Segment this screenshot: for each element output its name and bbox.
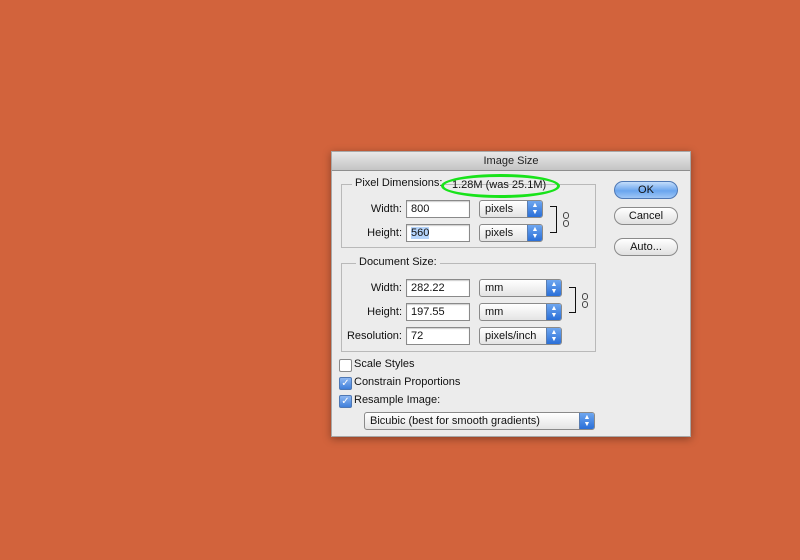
doc-height-field[interactable]: 197.55 [406, 303, 470, 321]
resample-image-checkbox[interactable]: ✓ [339, 395, 352, 408]
updown-arrow-icon: ▲ ▼ [546, 328, 561, 344]
pixel-chain-link-icon [563, 212, 570, 227]
pixel-height-value: 560 [411, 227, 430, 239]
pixel-width-unit-value: pixels [485, 203, 514, 215]
updown-arrow-icon: ▲ ▼ [546, 280, 561, 296]
constrain-proportions-checkbox[interactable]: ✓ [339, 377, 352, 390]
cancel-button[interactable]: Cancel [614, 207, 678, 225]
document-size-legend: Document Size: [356, 256, 440, 268]
pixel-width-field[interactable]: 800 [406, 200, 470, 218]
checkmark-icon: ✓ [341, 378, 350, 389]
pixel-width-label: Width: [370, 203, 402, 215]
resolution-field[interactable]: 72 [406, 327, 470, 345]
auto-button[interactable]: Auto... [614, 238, 678, 256]
pixel-width-unit-select[interactable]: pixels ▲ ▼ [479, 200, 543, 218]
annotation-ellipse [441, 174, 560, 198]
ok-button[interactable]: OK [614, 181, 678, 199]
updown-arrow-icon: ▲ ▼ [546, 304, 561, 320]
dialog-title: Image Size [332, 152, 690, 171]
pixel-link-bracket [550, 206, 557, 233]
pixel-height-unit-select[interactable]: pixels ▲ ▼ [479, 224, 543, 242]
scale-styles-label: Scale Styles [354, 358, 415, 370]
updown-arrow-icon: ▲ ▼ [527, 201, 542, 217]
resolution-unit-value: pixels/inch [485, 330, 537, 342]
doc-width-label: Width: [370, 282, 402, 294]
updown-arrow-icon: ▲ ▼ [527, 225, 542, 241]
doc-link-bracket [569, 287, 576, 313]
doc-width-unit-value: mm [485, 282, 504, 294]
resample-image-label: Resample Image: [354, 394, 441, 406]
resolution-unit-select[interactable]: pixels/inch ▲ ▼ [479, 327, 562, 345]
constrain-proportions-label: Constrain Proportions [354, 376, 461, 388]
doc-chain-link-icon [582, 293, 589, 308]
pixel-height-field[interactable]: 560 [406, 224, 470, 242]
checkmark-icon: ✓ [341, 396, 350, 407]
scale-styles-checkbox[interactable] [339, 359, 352, 372]
pixel-height-label: Height: [367, 227, 402, 239]
updown-arrow-icon: ▲ ▼ [579, 413, 594, 429]
pixel-dimensions-legend: Pixel Dimensions: [352, 177, 446, 189]
doc-height-label: Height: [367, 306, 402, 318]
doc-height-unit-select[interactable]: mm ▲ ▼ [479, 303, 562, 321]
resample-method-select[interactable]: Bicubic (best for smooth gradients) ▲ ▼ [364, 412, 595, 430]
doc-height-unit-value: mm [485, 306, 504, 318]
resample-method-value: Bicubic (best for smooth gradients) [370, 415, 540, 427]
resolution-label: Resolution: [346, 330, 402, 342]
doc-width-unit-select[interactable]: mm ▲ ▼ [479, 279, 562, 297]
doc-width-field[interactable]: 282.22 [406, 279, 470, 297]
pixel-height-unit-value: pixels [485, 227, 514, 239]
